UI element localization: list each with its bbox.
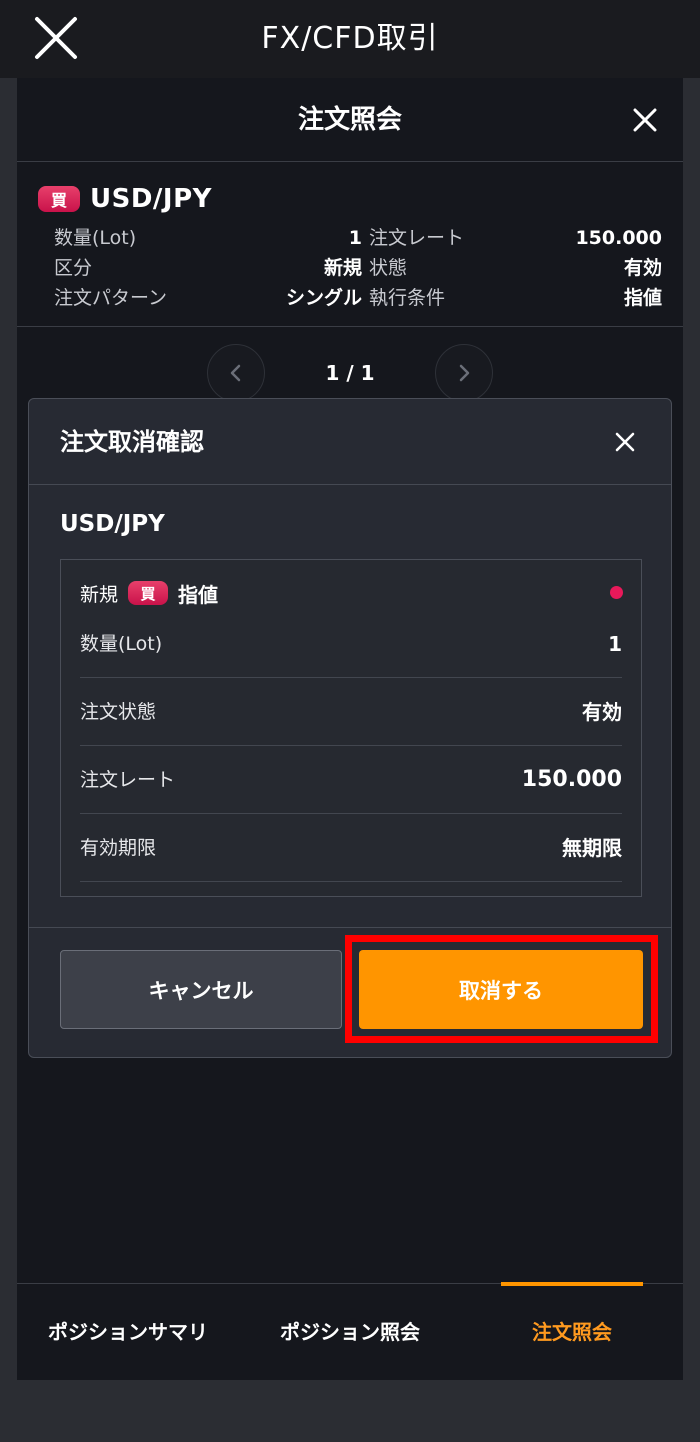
- cancel-order-dialog: 注文取消確認 USD/JPY 新規 買 指値 数量(Lot) 1 注文状態 有効…: [28, 398, 672, 1058]
- detail-label: 注文状態: [80, 701, 157, 723]
- panel-close-icon[interactable]: [627, 102, 663, 138]
- pager-next-button[interactable]: [435, 344, 493, 402]
- info-value: 1: [348, 227, 362, 249]
- buy-badge: 買: [38, 186, 80, 212]
- info-value: シングル: [285, 287, 362, 309]
- order-info-row: 区分 新規 状態 有効: [54, 253, 662, 283]
- pager-prev-button[interactable]: [207, 344, 265, 402]
- detail-value: 無期限: [562, 836, 622, 860]
- dialog-close-icon[interactable]: [609, 426, 641, 458]
- detail-value: 1: [608, 632, 622, 656]
- info-label: 注文レート: [369, 227, 465, 249]
- detail-order-kind: 新規 買 指値: [80, 578, 218, 608]
- dialog-pair: USD/JPY: [60, 511, 165, 537]
- detail-row: 有効期限 無期限: [80, 814, 622, 882]
- dialog-divider: [29, 927, 671, 928]
- detail-row: 注文レート 150.000: [80, 746, 622, 814]
- detail-row: 数量(Lot) 1: [80, 610, 622, 678]
- app-header: FX/CFD取引: [0, 0, 700, 78]
- tab-position-summary[interactable]: ポジションサマリ: [17, 1284, 239, 1381]
- chevron-right-icon: [459, 364, 470, 382]
- detail-label: 注文レート: [80, 769, 176, 791]
- info-label: 注文パターン: [54, 287, 168, 309]
- app-title: FX/CFD取引: [261, 21, 439, 56]
- info-label: 区分: [54, 257, 93, 279]
- cancel-button[interactable]: キャンセル: [60, 950, 342, 1029]
- info-value: 有効: [623, 257, 662, 279]
- detail-value: 有効: [582, 700, 622, 724]
- detail-label: 有効期限: [80, 837, 157, 859]
- chevron-left-icon: [230, 364, 241, 382]
- panel-header: 注文照会: [17, 78, 683, 162]
- panel-title: 注文照会: [297, 105, 402, 135]
- status-dot-icon: [610, 586, 623, 599]
- close-app-icon[interactable]: [24, 6, 88, 70]
- detail-label: 数量(Lot): [80, 633, 163, 655]
- dialog-header: 注文取消確認: [29, 399, 671, 485]
- order-summary: 買 USD/JPY 数量(Lot) 1 注文レート 150.000 区分 新規 …: [17, 163, 683, 327]
- tab-order-inquiry[interactable]: 注文照会: [461, 1284, 683, 1381]
- buy-badge: 買: [128, 581, 169, 605]
- pager-text: 1 / 1: [325, 361, 375, 385]
- detail-value: 150.000: [521, 767, 622, 792]
- detail-category: 新規: [80, 583, 119, 606]
- detail-order-type: 指値: [178, 582, 219, 607]
- confirm-cancel-order-button[interactable]: 取消する: [359, 950, 643, 1029]
- pager: 1 / 1: [207, 344, 493, 402]
- bottom-tab-bar: ポジションサマリ ポジション照会 注文照会: [17, 1282, 683, 1381]
- detail-row: 注文状態 有効: [80, 678, 622, 746]
- order-pair-row: 買 USD/JPY: [38, 179, 212, 219]
- order-info-grid: 数量(Lot) 1 注文レート 150.000 区分 新規 状態 有効 注文パタ…: [54, 223, 662, 313]
- order-info-row: 数量(Lot) 1 注文レート 150.000: [54, 223, 662, 253]
- order-pair: USD/JPY: [90, 184, 212, 214]
- dialog-title: 注文取消確認: [60, 428, 204, 456]
- info-value: 新規: [323, 257, 362, 279]
- order-info-row: 注文パターン シングル 執行条件 指値: [54, 283, 662, 313]
- tab-position-inquiry[interactable]: ポジション照会: [239, 1284, 461, 1381]
- info-label: 数量(Lot): [54, 227, 137, 249]
- order-detail-box: 新規 買 指値 数量(Lot) 1 注文状態 有効 注文レート 150.000 …: [60, 559, 642, 897]
- info-label: 執行条件: [369, 287, 446, 309]
- info-value: 指値: [623, 287, 662, 309]
- info-label: 状態: [369, 257, 408, 279]
- info-value: 150.000: [575, 227, 662, 249]
